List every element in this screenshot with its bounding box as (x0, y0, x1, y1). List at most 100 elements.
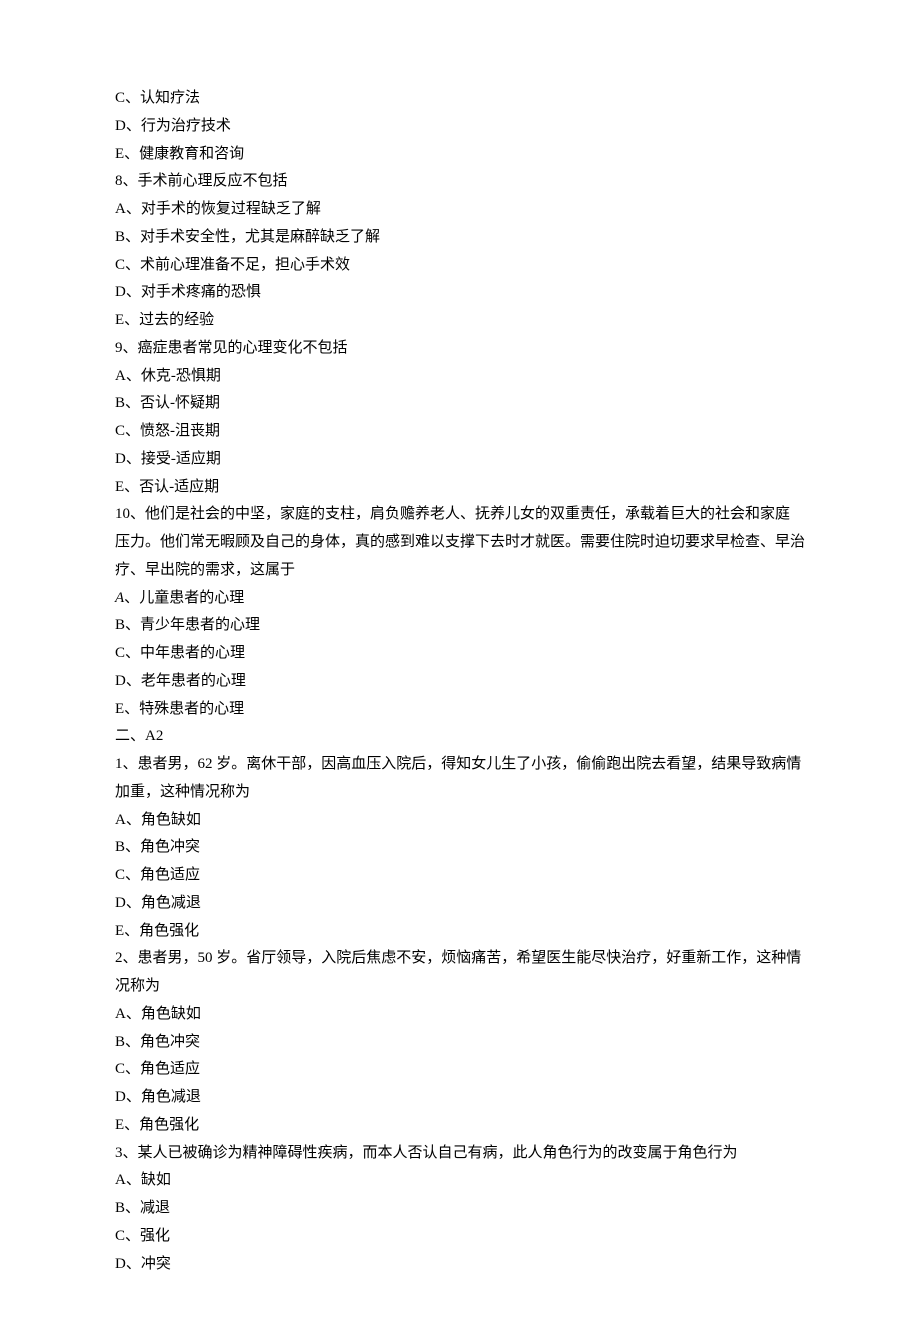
question-10: 10、他们是社会的中坚，家庭的支柱，肩负赡养老人、抚养儿女的双重责任，承载着巨大… (115, 501, 805, 723)
option-label: B、 (115, 395, 140, 411)
question-stem: 1、患者男，62 岁。离休干部，因高血压入院后，得知女儿生了小孩，偷偷跑出院去看… (115, 751, 805, 807)
option-text: 角色强化 (139, 1117, 199, 1133)
question-number: 9、 (115, 340, 138, 356)
option-label-italic: A (115, 590, 124, 606)
option-b: B、青少年患者的心理 (115, 612, 805, 640)
option-label: C、 (115, 867, 140, 883)
question-text: 癌症患者常见的心理变化不包括 (138, 340, 348, 356)
option-text: 角色适应 (140, 867, 200, 883)
option-label: E、 (115, 923, 139, 939)
option-label: C、 (115, 645, 140, 661)
option-text: 中年患者的心理 (140, 645, 245, 661)
option-text: 缺如 (141, 1172, 171, 1188)
option-b: B、否认-怀疑期 (115, 390, 805, 418)
question-stem: 9、癌症患者常见的心理变化不包括 (115, 335, 805, 363)
question-stem: 8、手术前心理反应不包括 (115, 168, 805, 196)
option-label: B、 (115, 229, 140, 245)
option-label: E、 (115, 1117, 139, 1133)
document-page: C、认知疗法 D、行为治疗技术 E、健康教育和咨询 8、手术前心理反应不包括 A… (0, 0, 920, 1338)
option-text: 儿童患者的心理 (139, 590, 244, 606)
question-text: 某人已被确诊为精神障碍性疾病，而本人否认自己有病，此人角色行为的改变属于角色行为 (138, 1145, 738, 1161)
option-label: E、 (115, 701, 139, 717)
option-label: E、 (115, 312, 139, 328)
a2-question-3: 3、某人已被确诊为精神障碍性疾病，而本人否认自己有病，此人角色行为的改变属于角色… (115, 1140, 805, 1279)
option-label: A、 (115, 1006, 141, 1022)
question-stem: 2、患者男，50 岁。省厅领导，入院后焦虑不安，烦恼痛苦，希望医生能尽快治疗，好… (115, 945, 805, 1001)
option-a: A、缺如 (115, 1167, 805, 1195)
option-b: B、角色冲突 (115, 834, 805, 862)
option-text: 行为治疗技术 (141, 118, 231, 134)
option-text: 角色冲突 (140, 839, 200, 855)
option-c: C、中年患者的心理 (115, 640, 805, 668)
option-d: D、对手术疼痛的恐惧 (115, 279, 805, 307)
option-d: D、行为治疗技术 (115, 113, 805, 141)
option-label: E、 (115, 479, 139, 495)
option-label: D、 (115, 673, 141, 689)
option-text: 角色减退 (141, 1089, 201, 1105)
option-d: D、角色减退 (115, 890, 805, 918)
prev-question-options: C、认知疗法 D、行为治疗技术 E、健康教育和咨询 (115, 85, 805, 168)
option-text: 角色减退 (141, 895, 201, 911)
option-a: A、角色缺如 (115, 807, 805, 835)
option-text: 角色缺如 (141, 1006, 201, 1022)
option-label: D、 (115, 118, 141, 134)
option-text: 过去的经验 (139, 312, 214, 328)
option-a: A、休克-恐惧期 (115, 363, 805, 391)
question-text: 患者男，50 岁。省厅领导，入院后焦虑不安，烦恼痛苦，希望医生能尽快治疗，好重新… (115, 950, 801, 994)
option-e: E、特殊患者的心理 (115, 696, 805, 724)
option-a: A、角色缺如 (115, 1001, 805, 1029)
question-9: 9、癌症患者常见的心理变化不包括 A、休克-恐惧期 B、否认-怀疑期 C、愤怒-… (115, 335, 805, 502)
question-number: 8、 (115, 173, 138, 189)
option-text: 角色适应 (140, 1061, 200, 1077)
option-e: E、健康教育和咨询 (115, 141, 805, 169)
option-label: C、 (115, 257, 140, 273)
option-label: A、 (115, 1172, 141, 1188)
option-d: D、角色减退 (115, 1084, 805, 1112)
option-label: B、 (115, 617, 140, 633)
option-text: 对手术疼痛的恐惧 (141, 284, 261, 300)
option-d: D、接受-适应期 (115, 446, 805, 474)
option-c: C、愤怒-沮丧期 (115, 418, 805, 446)
option-text: 角色缺如 (141, 812, 201, 828)
question-number: 1、 (115, 756, 138, 772)
option-c: C、强化 (115, 1223, 805, 1251)
option-b: B、对手术安全性，尤其是麻醉缺乏了解 (115, 224, 805, 252)
option-text: 冲突 (141, 1256, 171, 1272)
option-label: D、 (115, 451, 141, 467)
option-text: 否认-适应期 (139, 479, 219, 495)
option-label: C、 (115, 1228, 140, 1244)
option-c: C、角色适应 (115, 862, 805, 890)
option-label: C、 (115, 1061, 140, 1077)
question-8: 8、手术前心理反应不包括 A、对手术的恢复过程缺乏了解 B、对手术安全性，尤其是… (115, 168, 805, 335)
a2-question-2: 2、患者男，50 岁。省厅领导，入院后焦虑不安，烦恼痛苦，希望医生能尽快治疗，好… (115, 945, 805, 1139)
option-c: C、角色适应 (115, 1056, 805, 1084)
option-text: 强化 (140, 1228, 170, 1244)
a2-question-1: 1、患者男，62 岁。离休干部，因高血压入院后，得知女儿生了小孩，偷偷跑出院去看… (115, 751, 805, 945)
option-text: 减退 (140, 1200, 170, 1216)
option-text: 特殊患者的心理 (139, 701, 244, 717)
option-e: E、角色强化 (115, 1112, 805, 1140)
question-text: 患者男，62 岁。离休干部，因高血压入院后，得知女儿生了小孩，偷偷跑出院去看望，… (115, 756, 801, 800)
option-label: E、 (115, 146, 139, 162)
option-e: E、过去的经验 (115, 307, 805, 335)
option-d: D、老年患者的心理 (115, 668, 805, 696)
option-label: B、 (115, 1034, 140, 1050)
option-text: 否认-怀疑期 (140, 395, 220, 411)
option-label: D、 (115, 284, 141, 300)
option-text: 认知疗法 (140, 90, 200, 106)
option-label: C、 (115, 423, 140, 439)
option-label: A、 (115, 201, 141, 217)
question-stem: 10、他们是社会的中坚，家庭的支柱，肩负赡养老人、抚养儿女的双重责任，承载着巨大… (115, 501, 805, 584)
option-e: E、否认-适应期 (115, 474, 805, 502)
question-number: 2、 (115, 950, 138, 966)
option-text: 健康教育和咨询 (139, 146, 244, 162)
option-label: D、 (115, 1256, 141, 1272)
option-label-rest: 、 (124, 590, 139, 606)
option-label: B、 (115, 839, 140, 855)
option-a: A、对手术的恢复过程缺乏了解 (115, 196, 805, 224)
option-e: E、角色强化 (115, 918, 805, 946)
question-text: 他们是社会的中坚，家庭的支柱，肩负赡养老人、抚养儿女的双重责任，承载着巨大的社会… (115, 506, 805, 578)
option-label: D、 (115, 1089, 141, 1105)
option-text: 休克-恐惧期 (141, 368, 221, 384)
option-a: A、儿童患者的心理 (115, 585, 805, 613)
